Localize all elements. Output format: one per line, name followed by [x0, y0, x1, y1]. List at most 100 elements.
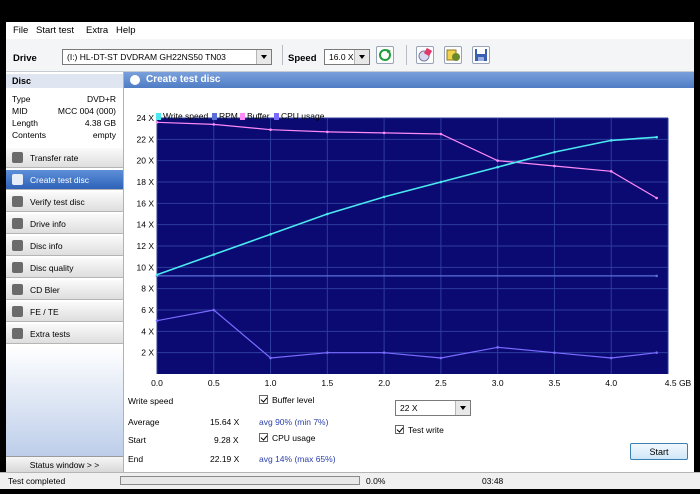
x-tick-label: 4.5 GB — [665, 378, 692, 388]
erase-disc-icon — [418, 47, 433, 62]
nav-label: FE / TE — [30, 307, 59, 317]
y-tick-label: 2 X — [141, 348, 154, 358]
nav-extra-tests[interactable]: Extra tests — [6, 324, 123, 344]
save-button[interactable] — [472, 46, 490, 64]
nav-disc-info[interactable]: Disc info — [6, 236, 123, 256]
menu-file[interactable]: File — [13, 25, 28, 36]
x-tick-label: 0.0 — [151, 378, 163, 388]
end-label: End — [128, 454, 144, 464]
media-info-button[interactable] — [444, 46, 462, 64]
menu-start-test[interactable]: Start test — [36, 25, 74, 36]
y-tick-label: 18 X — [137, 177, 155, 187]
data-point — [553, 150, 556, 154]
verify-disc-icon — [12, 196, 23, 207]
nav-label: Extra tests — [30, 329, 71, 339]
data-point — [439, 132, 443, 136]
nav-label: Drive info — [30, 219, 66, 229]
nav-label: CD Bler — [30, 285, 60, 295]
erase-disc-button[interactable] — [416, 46, 434, 64]
write-speed-select[interactable]: 22 X — [395, 400, 471, 416]
disc-info-row: Type DVD+R — [12, 94, 116, 106]
data-point — [655, 135, 658, 139]
status-window-label: Status window > > — [29, 460, 100, 470]
x-tick-label: 2.0 — [378, 378, 390, 388]
x-tick-label: 3.0 — [492, 378, 504, 388]
data-point — [212, 308, 216, 312]
disc-info-row: Contents empty — [12, 130, 116, 142]
y-tick-label: 16 X — [137, 198, 155, 208]
chevron-down-icon — [455, 401, 470, 415]
nav-fe-te[interactable]: FE / TE — [6, 302, 123, 322]
disc-length-value: 4.38 GB — [84, 118, 116, 128]
progress-bar — [120, 476, 360, 485]
menu-bar: File Start test Extra Help — [6, 22, 694, 38]
legend-rpm: RPM — [212, 111, 238, 121]
data-point — [655, 351, 658, 354]
data-point — [609, 356, 613, 360]
speed-select-value: 16.0 X — [329, 52, 354, 62]
drive-select[interactable]: (I:) HL-DT-ST DVDRAM GH22NS50 TN03 — [62, 49, 272, 65]
data-point — [326, 351, 329, 354]
toolbar-separator — [406, 45, 407, 65]
data-point — [553, 351, 556, 354]
refresh-button[interactable] — [376, 46, 394, 64]
data-point — [269, 356, 272, 360]
y-tick-label: 12 X — [137, 241, 155, 251]
panel-title: Create test disc — [146, 74, 221, 85]
start-button[interactable]: Start — [630, 443, 688, 460]
x-tick-label: 2.5 — [435, 378, 447, 388]
legend-buffer: Buffer — [240, 111, 270, 121]
elapsed-time: 03:48 — [482, 476, 504, 486]
legend-label: CPU usage — [281, 111, 325, 121]
y-tick-label: 20 X — [137, 156, 155, 166]
y-tick-label: 6 X — [141, 305, 154, 315]
disc-quality-icon — [12, 262, 23, 273]
disc-contents-key: Contents — [12, 130, 47, 140]
nav-create-test-disc[interactable]: Create test disc — [6, 170, 123, 190]
nav-drive-info[interactable]: Drive info — [6, 214, 123, 234]
legend-swatch — [156, 113, 161, 120]
start-button-label: Start — [649, 447, 669, 457]
disc-info-icon — [12, 240, 23, 251]
start-label: Start — [128, 435, 146, 445]
cpu-usage-label: CPU usage — [272, 433, 316, 443]
cpu-usage-value: avg 14% (max 65%) — [259, 454, 336, 464]
nav-verify-test-disc[interactable]: Verify test disc — [6, 192, 123, 212]
menu-help[interactable]: Help — [116, 25, 136, 36]
legend-label: RPM — [219, 111, 238, 121]
fe-te-icon — [12, 306, 23, 317]
nav-cd-bler[interactable]: CD Bler — [6, 280, 123, 300]
y-tick-label: 24 X — [137, 113, 155, 123]
toolbar-separator — [282, 45, 283, 65]
x-tick-label: 0.5 — [208, 378, 220, 388]
refresh-icon — [379, 49, 391, 61]
test-write-checkbox[interactable] — [395, 425, 404, 434]
extra-tests-icon — [12, 328, 23, 339]
save-icon — [475, 49, 487, 61]
speed-select[interactable]: 16.0 X — [324, 49, 370, 65]
data-point — [609, 139, 613, 142]
disc-length-key: Length — [12, 118, 38, 128]
y-tick-label: 8 X — [141, 284, 154, 294]
buffer-level-checkbox[interactable] — [259, 395, 268, 404]
create-disc-icon — [12, 174, 23, 185]
legend-label: Write speed — [163, 111, 209, 121]
buffer-level-value: avg 90% (min 7%) — [259, 417, 329, 427]
cpu-usage-checkbox[interactable] — [259, 433, 268, 442]
nav-transfer-rate[interactable]: Transfer rate — [6, 148, 123, 168]
end-value: 22.19 X — [210, 454, 240, 464]
y-tick-label: 22 X — [137, 134, 155, 144]
menu-extra[interactable]: Extra — [86, 25, 108, 36]
x-tick-label: 1.5 — [321, 378, 333, 388]
status-window-button[interactable]: Status window > > — [6, 456, 123, 473]
average-value: 15.64 X — [210, 417, 240, 427]
data-point — [655, 196, 658, 200]
disc-header-label: Disc — [12, 76, 32, 86]
drive-select-value: (I:) HL-DT-ST DVDRAM GH22NS50 TN03 — [67, 52, 226, 62]
speed-label: Speed — [288, 53, 317, 64]
disc-type-value: DVD+R — [86, 94, 116, 104]
nav-label: Disc quality — [30, 263, 74, 273]
nav-label: Disc info — [30, 241, 63, 251]
y-tick-label: 4 X — [141, 326, 154, 336]
nav-disc-quality[interactable]: Disc quality — [6, 258, 123, 278]
